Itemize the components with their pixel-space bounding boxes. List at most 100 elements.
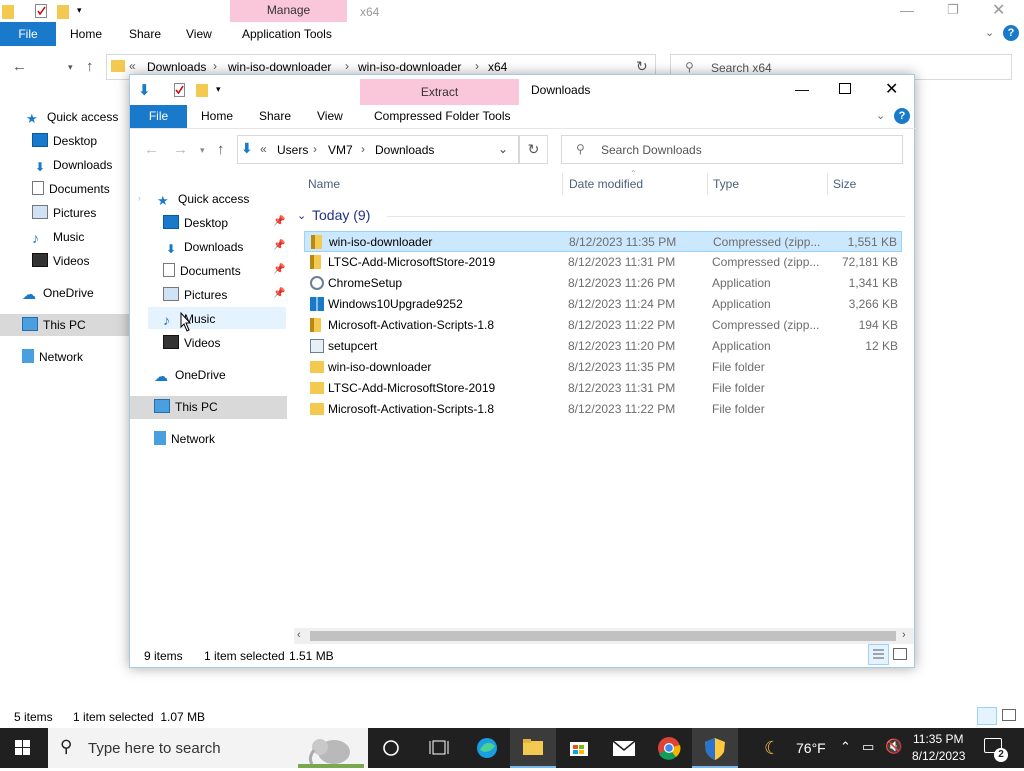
qat-dropdown-icon[interactable]: ▾: [216, 84, 221, 95]
task-view-icon[interactable]: [368, 728, 414, 768]
chevron-right-icon[interactable]: ›: [213, 59, 217, 73]
volume-muted-icon[interactable]: 🔇: [885, 738, 902, 755]
start-button[interactable]: [0, 728, 46, 768]
refresh-button[interactable]: ↻: [519, 135, 548, 164]
chevron-right-icon[interactable]: ›: [475, 59, 479, 73]
security-shield-icon[interactable]: [692, 728, 738, 768]
file-row[interactable]: Windows10Upgrade9252 8/12/2023 11:24 PM Ap…: [304, 294, 902, 315]
tab-file[interactable]: File: [130, 105, 187, 128]
breadcrumb-overflow[interactable]: «: [129, 59, 136, 73]
breadcrumb-item[interactable]: Downloads: [147, 60, 206, 74]
column-header-date[interactable]: Date modified: [569, 177, 643, 191]
close-button[interactable]: ✕: [992, 0, 1005, 20]
breadcrumb-item[interactable]: VM7: [328, 143, 353, 157]
extract-contextual-tab[interactable]: Extract: [360, 79, 519, 105]
properties-icon[interactable]: [35, 4, 47, 18]
store-icon[interactable]: [556, 728, 602, 768]
expand-chevron-icon[interactable]: ›: [138, 193, 141, 203]
breadcrumb-item[interactable]: Downloads: [375, 143, 434, 157]
column-header-size[interactable]: Size: [833, 177, 856, 191]
back-icon[interactable]: ←: [12, 59, 27, 75]
tab-view[interactable]: View: [178, 22, 220, 46]
nav-onedrive[interactable]: ☁ OneDrive: [154, 364, 226, 386]
nav-onedrive[interactable]: ☁ OneDrive: [22, 282, 94, 304]
file-row[interactable]: LTSC-Add-MicrosoftStore-2019 8/12/2023 11…: [304, 378, 902, 399]
tab-file[interactable]: File: [0, 22, 56, 46]
column-divider[interactable]: [707, 173, 708, 195]
nav-downloads[interactable]: ⬇ Downloads: [32, 154, 112, 176]
nav-documents[interactable]: Documents: [32, 178, 110, 200]
nav-videos[interactable]: Videos: [163, 332, 220, 354]
file-explorer-icon[interactable]: [510, 728, 556, 768]
file-row[interactable]: setupcert 8/12/2023 11:20 PM Application 12…: [304, 336, 902, 357]
file-row[interactable]: LTSC-Add-MicrosoftStore-2019 8/12/2023 11…: [304, 252, 902, 273]
nav-network[interactable]: Network: [22, 346, 83, 368]
recent-dropdown-icon[interactable]: ▾: [200, 142, 205, 158]
breadcrumb-item[interactable]: win-iso-downloader: [228, 60, 331, 74]
maximize-button[interactable]: [839, 83, 851, 94]
search-input[interactable]: ⚲ Search Downloads: [561, 135, 903, 164]
qat-dropdown-icon[interactable]: ▾: [77, 5, 82, 16]
tab-home[interactable]: Home: [62, 22, 110, 46]
details-view-button[interactable]: [977, 707, 997, 725]
pin-icon[interactable]: 📌: [273, 240, 285, 251]
help-icon[interactable]: ?: [894, 108, 910, 124]
horizontal-scrollbar[interactable]: ‹ ›: [294, 628, 914, 644]
nav-desktop[interactable]: Desktop: [163, 212, 228, 234]
help-icon[interactable]: ?: [1003, 25, 1019, 41]
ribbon-expand-icon[interactable]: ⌄: [876, 109, 885, 122]
pin-icon[interactable]: 📌: [273, 288, 285, 299]
column-header-name[interactable]: Name: [308, 177, 340, 191]
back-icon[interactable]: ←: [144, 142, 159, 158]
nav-this-pc[interactable]: This PC: [154, 396, 218, 418]
chevron-right-icon[interactable]: ›: [313, 142, 317, 156]
nav-this-pc[interactable]: This PC: [22, 314, 86, 336]
nav-documents[interactable]: Documents: [163, 260, 241, 282]
clock-time[interactable]: 11:35 PM: [913, 732, 963, 746]
group-header[interactable]: Today (9): [312, 207, 370, 223]
column-header-type[interactable]: Type: [713, 177, 739, 191]
nav-quick-access[interactable]: ★ Quick access: [157, 188, 249, 210]
maximize-button[interactable]: ❐: [947, 2, 959, 18]
nav-pictures[interactable]: Pictures: [163, 284, 227, 306]
taskbar-search-box[interactable]: ⚲ Type here to search: [48, 728, 368, 768]
file-row[interactable]: ChromeSetup 8/12/2023 11:26 PM Application…: [304, 273, 902, 294]
details-view-button[interactable]: [868, 644, 889, 665]
column-divider[interactable]: [827, 173, 828, 195]
tab-view[interactable]: View: [309, 105, 351, 128]
ribbon-expand-icon[interactable]: ⌄: [985, 26, 994, 39]
nav-desktop[interactable]: Desktop: [32, 130, 97, 152]
file-row[interactable]: win-iso-downloader 8/12/2023 11:35 PM File…: [304, 357, 902, 378]
mail-icon[interactable]: [601, 728, 647, 768]
nav-quick-access[interactable]: ★ Quick access: [26, 106, 118, 128]
refresh-icon[interactable]: ↻: [636, 58, 648, 75]
file-row-selected[interactable]: win-iso-downloader 8/12/2023 11:35 PM Comp…: [304, 231, 902, 252]
show-hidden-icons[interactable]: ⌃: [840, 739, 851, 755]
scroll-left-icon[interactable]: ‹: [297, 629, 301, 641]
new-folder-icon[interactable]: [57, 5, 69, 19]
large-icons-view-button[interactable]: [1002, 709, 1016, 721]
nav-pictures[interactable]: Pictures: [32, 202, 96, 224]
address-bar[interactable]: ⬇ « Users › VM7 › Downloads ⌄: [237, 135, 519, 164]
file-row[interactable]: Microsoft-Activation-Scripts-1.8 8/12/202…: [304, 399, 902, 420]
scrollbar-thumb[interactable]: [310, 631, 896, 641]
forward-icon[interactable]: →: [173, 142, 188, 158]
file-row[interactable]: Microsoft-Activation-Scripts-1.8 8/12/202…: [304, 315, 902, 336]
new-folder-icon[interactable]: [196, 84, 208, 97]
chevron-down-icon[interactable]: ⌄: [498, 142, 508, 156]
breadcrumb-item[interactable]: win-iso-downloader: [358, 60, 461, 74]
group-collapse-icon[interactable]: ⌄: [297, 209, 306, 222]
close-button[interactable]: ✕: [885, 79, 898, 99]
properties-icon[interactable]: [174, 83, 185, 97]
nav-network[interactable]: Network: [154, 428, 215, 450]
weather-temperature[interactable]: 76°F: [796, 740, 826, 756]
tab-home[interactable]: Home: [193, 105, 241, 128]
download-arrow-icon[interactable]: ⬇: [138, 81, 151, 99]
scroll-right-icon[interactable]: ›: [902, 629, 906, 641]
chrome-icon[interactable]: [646, 728, 692, 768]
pin-icon[interactable]: 📌: [273, 216, 285, 227]
edge-icon[interactable]: [464, 728, 510, 768]
manage-contextual-tab[interactable]: Manage: [230, 0, 347, 22]
nav-downloads[interactable]: ⬇ Downloads: [163, 236, 243, 258]
breadcrumb-item[interactable]: x64: [488, 60, 507, 74]
